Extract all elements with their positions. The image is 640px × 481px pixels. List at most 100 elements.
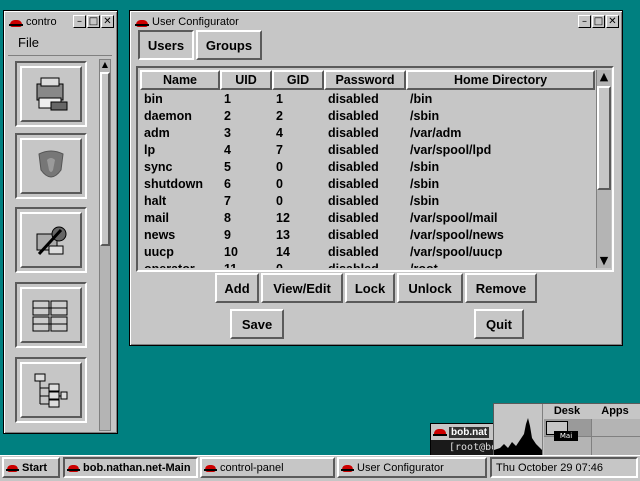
redhat-icon (67, 462, 80, 473)
terminal-title: bob.nat (449, 426, 490, 438)
redhat-icon (433, 426, 447, 438)
desk-cell-active[interactable]: Mai (544, 419, 592, 441)
cell-uid: 4 (224, 143, 231, 157)
unlock-button[interactable]: Unlock (397, 273, 463, 303)
cell-uid: 5 (224, 160, 231, 174)
column-header-gid[interactable]: GID (272, 70, 324, 90)
table-row[interactable]: daemon 2 2 disabled/sbin (140, 108, 595, 125)
start-button[interactable]: Start (2, 457, 60, 478)
cell-home: /var/spool/uucp (410, 245, 503, 259)
desk-cell[interactable] (544, 437, 592, 456)
column-header-uid[interactable]: UID (220, 70, 272, 90)
cell-password: disabled (328, 261, 379, 268)
user-table-scrollbar[interactable]: ▲ ▼ (596, 70, 611, 268)
table-row[interactable]: shutdown 6 0 disabled/sbin (140, 176, 595, 193)
task-label: bob.nathan.net-Main (83, 461, 191, 474)
column-header-password[interactable]: Password (324, 70, 406, 90)
task-control-panel[interactable]: control-panel (200, 457, 335, 478)
cell-home: /var/spool/news (410, 228, 504, 242)
save-button[interactable]: Save (230, 309, 284, 339)
control-panel-scrollbar[interactable]: ▲ (99, 59, 111, 431)
cell-password: disabled (328, 143, 379, 157)
table-row[interactable]: halt 7 0 disabled/sbin (140, 193, 595, 210)
lock-button[interactable]: Lock (345, 273, 395, 303)
redhat-icon[interactable] (9, 16, 23, 28)
packages-tool-button[interactable] (15, 282, 87, 348)
cell-home: /root (410, 261, 438, 268)
clock: Thu October 29 07:46 (490, 457, 638, 478)
cell-home: /sbin (410, 160, 440, 174)
tab-groups[interactable]: Groups (196, 30, 262, 60)
view-edit-button[interactable]: View/Edit (261, 273, 343, 303)
add-button[interactable]: Add (215, 273, 259, 303)
column-header-home-directory[interactable]: Home Directory (406, 70, 595, 90)
desk-cell[interactable] (592, 419, 640, 437)
tree-tool-button[interactable] (15, 357, 87, 423)
column-header-name[interactable]: Name (140, 70, 220, 90)
cell-password: disabled (328, 211, 379, 225)
cell-password: disabled (328, 160, 379, 174)
desk-label[interactable]: Desk (544, 405, 590, 418)
redhat-icon[interactable] (135, 16, 149, 28)
clock-text: Thu October 29 07:46 (496, 461, 604, 474)
scroll-down-arrow[interactable]: ▼ (597, 254, 611, 268)
packages-icon (32, 300, 68, 332)
cell-name: daemon (144, 109, 192, 123)
kernel-tool-button[interactable] (15, 133, 87, 199)
control-panel-titlebar[interactable]: contro – □ ✕ (7, 14, 114, 29)
cell-home: /bin (410, 92, 433, 106)
terminal-titlebar[interactable]: bob.nat (431, 424, 495, 440)
close-button[interactable]: ✕ (101, 15, 114, 28)
table-row[interactable]: mail 8 12 disabled/var/spool/mail (140, 210, 595, 227)
scroll-up-arrow[interactable]: ▲ (100, 60, 110, 70)
scroll-up-arrow[interactable]: ▲ (597, 70, 611, 84)
maximize-button[interactable]: □ (592, 15, 605, 28)
redhat-icon (204, 462, 217, 473)
cell-password: disabled (328, 177, 379, 191)
user-configurator-window: User Configurator – □ ✕ Users Groups Nam… (129, 10, 623, 346)
table-row[interactable]: uucp 10 14 disabled/var/spool/uucp (140, 244, 595, 261)
cell-uid: 11 (224, 261, 237, 268)
kernel-icon (38, 150, 64, 178)
remove-button[interactable]: Remove (465, 273, 537, 303)
maximize-button[interactable]: □ (87, 15, 100, 28)
table-row[interactable]: sync 5 0 disabled/sbin (140, 159, 595, 176)
cell-password: disabled (328, 194, 379, 208)
cell-gid: 0 (276, 194, 283, 208)
quit-button[interactable]: Quit (474, 309, 524, 339)
tab-users[interactable]: Users (138, 30, 194, 60)
printer-tool-button[interactable] (15, 61, 87, 127)
scroll-thumb[interactable] (597, 86, 611, 190)
terminal-window[interactable]: bob.nat [root@bo (430, 423, 496, 458)
cell-uid: 3 (224, 126, 231, 140)
cell-home: /sbin (410, 194, 440, 208)
table-row[interactable]: operator 11 0 disabled/root (140, 261, 595, 268)
cell-name: operator (144, 261, 195, 268)
desk-cell[interactable] (592, 437, 640, 456)
cell-home: /var/adm (410, 126, 462, 140)
redhat-icon (6, 462, 19, 473)
printer-icon (36, 77, 68, 111)
table-row[interactable]: bin 1 1 disabled/bin (140, 91, 595, 108)
cell-uid: 7 (224, 194, 231, 208)
cell-home: /sbin (410, 177, 440, 191)
scroll-thumb[interactable] (100, 72, 110, 246)
file-menu[interactable]: File (18, 35, 39, 50)
cell-gid: 13 (276, 228, 290, 242)
pager[interactable]: Desk Apps Mai (493, 403, 640, 457)
close-button[interactable]: ✕ (606, 15, 619, 28)
table-row[interactable]: news 9 13 disabled/var/spool/news (140, 227, 595, 244)
apps-label[interactable]: Apps (592, 405, 638, 418)
user-configurator-titlebar[interactable]: User Configurator – □ ✕ (133, 14, 619, 29)
tools-tool-button[interactable] (15, 207, 87, 273)
table-row[interactable]: lp 4 7 disabled/var/spool/lpd (140, 142, 595, 159)
task-user-configurator[interactable]: User Configurator (337, 457, 487, 478)
cell-home: /var/spool/mail (410, 211, 498, 225)
terminal-text: [root@bo (449, 442, 496, 453)
task-main-terminal[interactable]: bob.nathan.net-Main (63, 457, 198, 478)
minimize-button[interactable]: – (578, 15, 591, 28)
desk-grid[interactable]: Mai (544, 419, 640, 456)
minimize-button[interactable]: – (73, 15, 86, 28)
cell-gid: 14 (276, 245, 290, 259)
table-row[interactable]: adm 3 4 disabled/var/adm (140, 125, 595, 142)
